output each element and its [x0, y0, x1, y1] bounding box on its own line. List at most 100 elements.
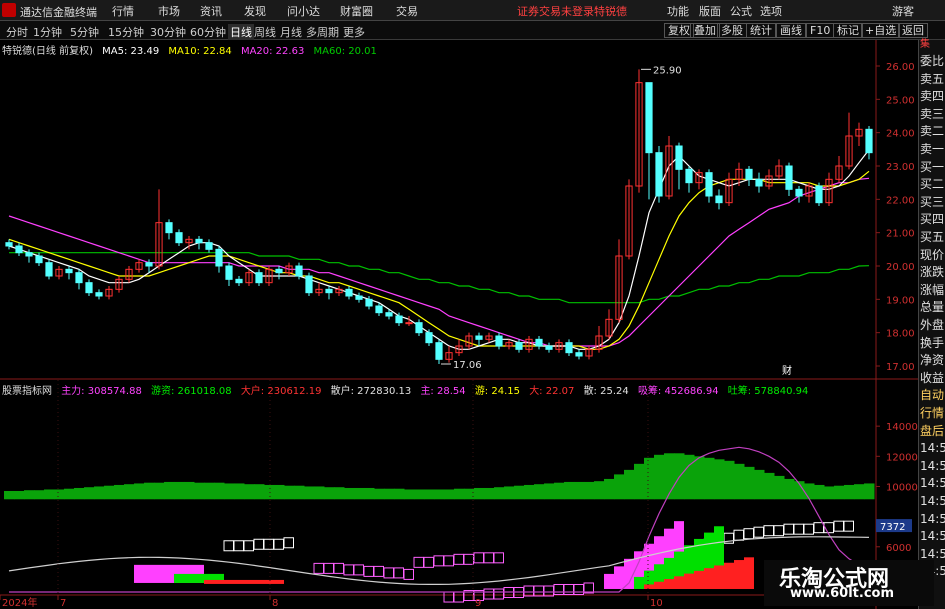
panel-item[interactable]: 收益: [920, 369, 945, 387]
menu-layout[interactable]: 版面: [699, 3, 721, 19]
panel-item[interactable]: 卖三: [920, 105, 945, 123]
indicator-box: [453, 591, 464, 603]
panel-item[interactable]: 买四: [920, 210, 945, 228]
panel-item[interactable]: 行情: [920, 404, 945, 422]
draw-line-button[interactable]: 画线: [776, 23, 806, 38]
panel-item[interactable]: 买二: [920, 175, 945, 193]
green-bar: [614, 474, 625, 500]
menu-news[interactable]: 资讯: [200, 3, 222, 19]
period-monthly[interactable]: 月线: [280, 24, 302, 40]
green-bar: [854, 484, 865, 500]
panel-item[interactable]: 卖四: [920, 87, 945, 105]
panel-item[interactable]: 涨跌: [920, 263, 945, 281]
guest-label[interactable]: 游客: [892, 3, 914, 19]
price-tick-label: 18.00: [886, 329, 915, 340]
indicator-box: [433, 555, 444, 567]
high-price-label: 25.90: [653, 65, 682, 76]
indicator-box: [743, 528, 754, 540]
indicator-name[interactable]: 股票指标网: [2, 386, 52, 397]
candle-body: [215, 248, 223, 267]
menu-bar: 通达信金融终端 行情 市场 资讯 发现 问小达 财富圈 交易 证券交易未登录 特…: [0, 0, 945, 21]
panel-item[interactable]: 自动: [920, 386, 945, 404]
stats-button[interactable]: 统计: [746, 23, 776, 38]
green-bar: [184, 481, 195, 500]
panel-item[interactable]: 14:5: [920, 457, 945, 475]
indicator-box: [243, 540, 254, 552]
kline-chart[interactable]: 26.00 25.00 24.00 23.00 22.00 21.00 20.00 19.00…: [0, 40, 918, 609]
menu-options[interactable]: 选项: [760, 3, 782, 19]
login-notice[interactable]: 证券交易未登录: [517, 3, 594, 19]
period-daily[interactable]: 日线: [228, 24, 254, 40]
menu-ask[interactable]: 问小达: [287, 3, 320, 19]
green-bar: [154, 482, 165, 500]
overlay-button[interactable]: 叠加: [690, 23, 720, 38]
stock-name-tab[interactable]: 特锐德: [594, 3, 627, 19]
indicator-box: [783, 523, 794, 535]
stock-title: 特锐德(日线 前复权): [2, 46, 93, 57]
panel-item[interactable]: 现价: [920, 246, 945, 264]
candle-body: [145, 262, 153, 267]
multi-stock-button[interactable]: 多股: [717, 23, 747, 38]
panel-item[interactable]: 盘后: [920, 422, 945, 440]
period-60min[interactable]: 60分钟: [190, 24, 226, 40]
panel-item[interactable]: 14:5: [920, 510, 945, 528]
panel-item[interactable]: 总量: [920, 298, 945, 316]
candle-body: [385, 312, 393, 317]
menu-market[interactable]: 市场: [158, 3, 180, 19]
indicator-box: [443, 591, 454, 603]
panel-item[interactable]: 买一: [920, 158, 945, 176]
candle-body: [515, 342, 523, 350]
menu-function[interactable]: 功能: [667, 3, 689, 19]
panel-item[interactable]: 外盘: [920, 316, 945, 334]
indicator-box: [223, 540, 234, 552]
period-5min[interactable]: 5分钟: [70, 24, 99, 40]
panel-item[interactable]: 委比: [920, 52, 945, 70]
menu-discover[interactable]: 发现: [244, 3, 266, 19]
menu-formula[interactable]: 公式: [730, 3, 752, 19]
ma5-label: MA5: 23.49: [102, 46, 160, 57]
green-bar: [544, 483, 555, 500]
panel-item[interactable]: 14:5: [920, 527, 945, 545]
mark-button[interactable]: 标记: [833, 23, 863, 38]
period-multi[interactable]: 多周期: [306, 24, 339, 40]
panel-item[interactable]: 换手: [920, 334, 945, 352]
candle-body: [395, 315, 403, 324]
period-tick[interactable]: 分时: [6, 24, 28, 40]
period-30min[interactable]: 30分钟: [150, 24, 186, 40]
panel-item[interactable]: 14:5: [920, 474, 945, 492]
menu-wealth[interactable]: 财富圈: [340, 3, 373, 19]
panel-item[interactable]: 净资: [920, 351, 945, 369]
panel-item[interactable]: 卖五: [920, 70, 945, 88]
period-more[interactable]: 更多: [343, 24, 365, 40]
candle-body: [675, 145, 683, 170]
add-watchlist-button[interactable]: +自选: [861, 23, 901, 38]
green-bar: [124, 484, 135, 500]
big-holder-bar: [704, 568, 714, 589]
main-legend: 特锐德(日线 前复权) MA5: 23.49 MA10: 22.84 MA20:…: [2, 42, 383, 57]
panel-item[interactable]: 涨幅: [920, 281, 945, 299]
panel-item[interactable]: 买三: [920, 193, 945, 211]
green-bar: [254, 484, 265, 500]
green-bar: [774, 475, 785, 500]
indicator-box: [493, 552, 504, 564]
panel-item[interactable]: 14:5: [920, 492, 945, 510]
candle-body: [75, 272, 83, 284]
menu-quotes[interactable]: 行情: [112, 3, 134, 19]
green-bar: [164, 481, 175, 500]
period-weekly[interactable]: 周线: [254, 24, 276, 40]
period-1min[interactable]: 1分钟: [33, 24, 62, 40]
indicator-box: [843, 520, 854, 532]
panel-item[interactable]: 买五: [920, 228, 945, 246]
indicator-box: [553, 583, 564, 595]
menu-trade[interactable]: 交易: [396, 3, 418, 19]
panel-item[interactable]: 卖一: [920, 140, 945, 158]
green-bar: [564, 481, 575, 500]
back-button[interactable]: 返回: [898, 23, 928, 38]
absorb-block: [624, 558, 634, 589]
panel-item[interactable]: 卖二: [920, 122, 945, 140]
period-15min[interactable]: 15分钟: [108, 24, 144, 40]
candle-body: [685, 168, 693, 184]
f10-button[interactable]: F10: [806, 23, 835, 38]
green-bar: [354, 487, 365, 500]
panel-item[interactable]: 14:5: [920, 439, 945, 457]
